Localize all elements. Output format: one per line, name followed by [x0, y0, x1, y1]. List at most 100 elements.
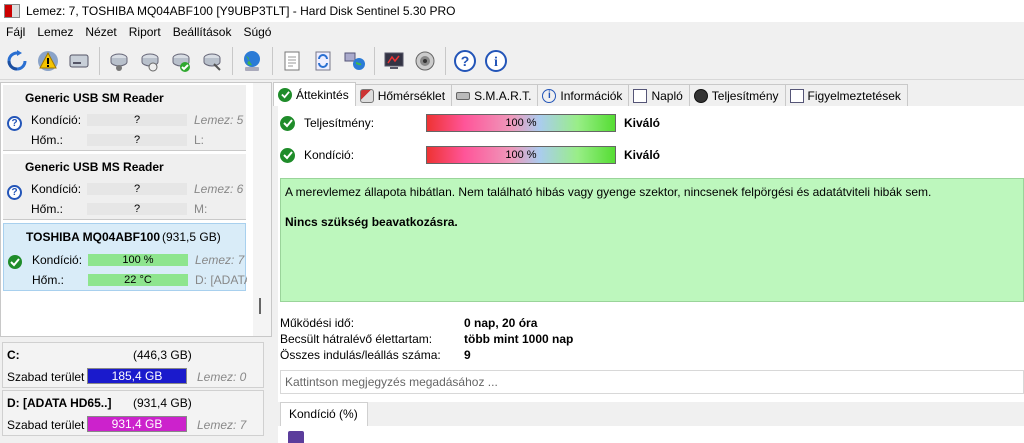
log-icon — [633, 88, 648, 103]
partition-name: C: — [7, 348, 20, 362]
temperature-value: ? — [87, 203, 187, 215]
info-icon[interactable]: i — [481, 46, 511, 76]
refresh-icon[interactable] — [2, 46, 32, 76]
menu-help[interactable]: Súgó — [239, 25, 279, 39]
toolbar-separator — [232, 46, 233, 75]
condition-value: 100 % — [88, 254, 188, 266]
disk-icon[interactable] — [64, 46, 94, 76]
toolbar-separator — [374, 46, 375, 75]
tab-label: Teljesítmény — [711, 88, 779, 103]
partition-disk-number: Lemez: 0 — [197, 370, 247, 384]
partition-panel: C: (446,3 GB) Szabad terület 185,4 GB Le… — [0, 340, 272, 443]
drive-letter: M: — [194, 202, 208, 216]
power-cycles-label: Összes indulás/leállás száma: — [280, 348, 441, 362]
tab-log[interactable]: Napló — [628, 84, 690, 106]
performance-label: Teljesítmény: — [304, 116, 375, 130]
tab-label: Hőmérséklet — [377, 88, 446, 103]
terminal-icon[interactable] — [379, 46, 409, 76]
temperature-label: Hőm.: — [31, 202, 64, 216]
disk-name: Generic USB SM Reader — [25, 91, 164, 105]
disk-card-selected[interactable]: TOSHIBA MQ04ABF100 (931,5 GB) Kondíció: … — [3, 223, 247, 291]
disk-test2-icon[interactable] — [135, 46, 165, 76]
disk-name: TOSHIBA MQ04ABF100 — [26, 230, 161, 244]
globe-icon[interactable] — [237, 46, 267, 76]
drive-letter: L: — [194, 133, 205, 147]
partition-card[interactable]: C: (446,3 GB) Szabad terület 185,4 GB Le… — [2, 342, 264, 388]
menu-settings[interactable]: Beállítások — [169, 25, 240, 39]
disk-ok-icon[interactable] — [166, 46, 196, 76]
tab-performance[interactable]: Teljesítmény — [688, 84, 786, 106]
svg-text:?: ? — [461, 53, 470, 69]
menu-disk[interactable]: Lemez — [33, 25, 81, 39]
disk-number: Lemez: 6 — [194, 182, 244, 196]
info-icon: i — [542, 88, 557, 103]
disk-card[interactable]: Generic USB SM Reader ? Kondíció: ? Leme… — [3, 85, 246, 151]
tab-temperature[interactable]: Hőmérséklet — [354, 84, 453, 106]
condition-label: Kondíció: — [32, 253, 83, 267]
tab-label: S.M.A.R.T. — [474, 88, 532, 103]
scrollbar-thumb[interactable] — [259, 298, 261, 314]
menu-file[interactable]: Fájl — [2, 25, 33, 39]
condition-value: ? — [87, 114, 187, 126]
free-space-bar: 185,4 GB — [87, 368, 187, 384]
condition-bar: 100 % — [426, 146, 616, 164]
report-icon[interactable] — [277, 46, 307, 76]
performance-rating: Kiváló — [624, 116, 661, 130]
help-icon[interactable]: ? — [450, 46, 480, 76]
thermometer-icon — [359, 88, 374, 103]
disk-card[interactable]: Generic USB MS Reader ? Kondíció: ? Leme… — [3, 154, 246, 220]
tab-overview[interactable]: Áttekintés — [273, 82, 356, 106]
tab-alerts[interactable]: Figyelmeztetések — [784, 84, 908, 106]
save-icon[interactable] — [288, 431, 304, 443]
health-summary-box: A merevlemez állapota hibátlan. Nem talá… — [280, 178, 1024, 302]
alert-icon[interactable] — [33, 46, 63, 76]
app-icon — [4, 4, 20, 18]
temperature-value: 22 °C — [88, 274, 188, 286]
speaker-icon[interactable] — [410, 46, 440, 76]
check-icon — [280, 115, 295, 131]
toolbar-separator — [445, 46, 446, 75]
toolbar: ? i — [0, 42, 1024, 80]
condition-label: Kondíció: — [31, 113, 82, 127]
disk-test-icon[interactable] — [104, 46, 134, 76]
temperature-label: Hőm.: — [32, 273, 65, 287]
chart-tab-strip — [278, 402, 1024, 426]
tab-strip: Áttekintés Hőmérséklet S.M.A.R.T. i Info… — [273, 82, 1024, 106]
partition-size: (446,3 GB) — [133, 348, 192, 362]
disk-list-scrollbar[interactable] — [253, 83, 271, 336]
uptime-value: 0 nap, 20 óra — [464, 316, 538, 330]
alerts-icon — [789, 88, 804, 103]
tab-smart[interactable]: S.M.A.R.T. — [451, 84, 539, 106]
disk-tools-icon[interactable] — [197, 46, 227, 76]
note-input[interactable] — [280, 370, 1024, 394]
condition-label: Kondíció: — [304, 148, 355, 162]
menu-report[interactable]: Riport — [125, 25, 169, 39]
check-icon — [278, 87, 292, 102]
toolbar-separator — [99, 46, 100, 75]
tab-information[interactable]: i Információk — [537, 84, 630, 106]
menu-view[interactable]: Nézet — [81, 25, 124, 39]
check-icon — [8, 255, 22, 269]
tab-label: Áttekintés — [296, 87, 349, 102]
free-space-label: Szabad terület — [7, 418, 85, 432]
condition-value: ? — [87, 183, 187, 195]
temperature-value: ? — [87, 134, 187, 146]
partition-card[interactable]: D: [ADATA HD65..] (931,4 GB) Szabad terü… — [2, 390, 264, 436]
toolbar-separator — [272, 46, 273, 75]
health-summary-text: A merevlemez állapota hibátlan. Nem talá… — [285, 185, 932, 199]
condition-label: Kondíció: — [31, 182, 82, 196]
tab-condition-chart[interactable]: Kondíció (%) — [280, 402, 368, 426]
lifetime-label: Becsült hátralévő élettartam: — [280, 332, 433, 346]
lifetime-value: több mint 1000 nap — [464, 332, 574, 346]
condition-rating: Kiváló — [624, 148, 661, 162]
window-title: Lemez: 7, TOSHIBA MQ04ABF100 [Y9UBP3TLT]… — [26, 4, 456, 18]
sync-icon[interactable] — [308, 46, 338, 76]
disk-size: (931,5 GB) — [162, 230, 221, 244]
free-space-label: Szabad terület — [7, 370, 85, 384]
overview-content: Teljesítmény: 100 % Kiváló Kondíció: 100… — [278, 106, 1024, 443]
health-summary-action: Nincs szükség beavatkozásra. — [285, 215, 458, 229]
check-icon — [280, 147, 295, 163]
partition-disk-number: Lemez: 7 — [197, 418, 247, 432]
question-icon: ? — [7, 116, 22, 131]
network-icon[interactable] — [339, 46, 369, 76]
